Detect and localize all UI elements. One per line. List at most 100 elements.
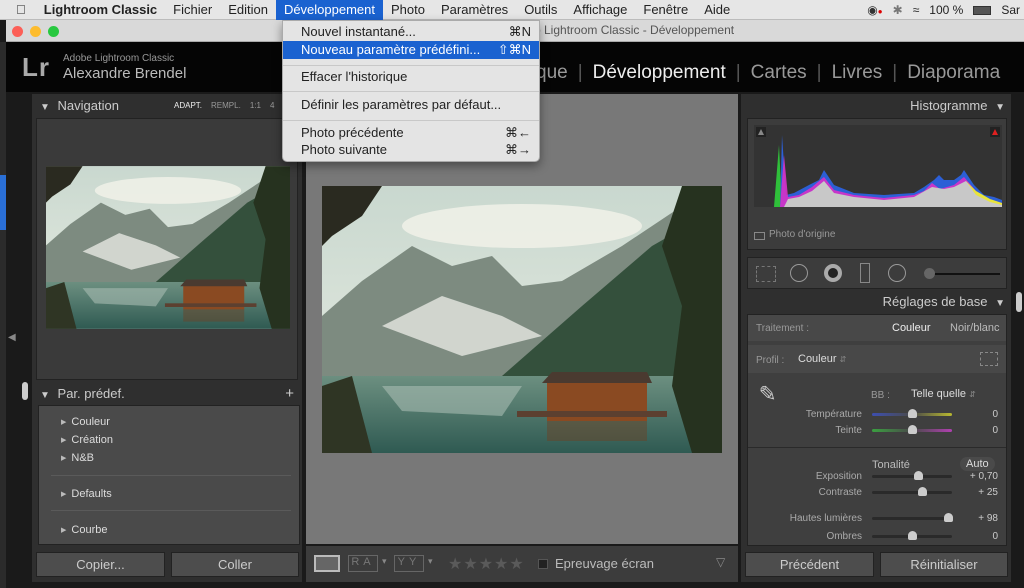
battery-icon[interactable] [973,5,992,15]
left-panel-toggle-icon[interactable]: ◀ [8,332,16,343]
auto-tone-button[interactable]: Auto [960,457,995,471]
red-eye-icon[interactable] [824,264,842,282]
module-livres[interactable]: Livres [832,62,883,84]
menu-item-clear-history[interactable]: Effacer l'historique [283,68,539,86]
slider-value[interactable]: 0 [958,531,998,542]
bluetooth-icon[interactable]: ✱ [893,3,903,17]
slider-track[interactable] [872,471,952,480]
menu-photo[interactable]: Photo [383,0,433,20]
spot-removal-icon[interactable] [790,264,808,282]
shortcut: ⌘N [508,24,531,39]
slider-value[interactable]: + 25 [958,487,998,498]
menu-lightroom[interactable]: Lightroom Classic [36,0,165,20]
basic-header[interactable]: Réglages de base ▼ [883,293,1005,311]
add-preset-button[interactable]: + [285,385,294,403]
copy-button[interactable]: Copier... [36,552,165,577]
menu-parametres[interactable]: Paramètres [433,0,516,20]
presets-header[interactable]: ▼ Par. prédef. + [40,385,300,403]
slider-thumb[interactable] [908,409,917,418]
developpement-menu: Nouvel instantané... ⌘N Nouveau paramètre… [282,20,540,162]
slider-track[interactable] [872,409,952,418]
loupe-view-button[interactable] [314,555,340,572]
menu-fenetre[interactable]: Fenêtre [635,0,696,20]
apple-icon[interactable]:  [0,0,36,20]
zoom-4[interactable]: 4 [270,97,274,115]
menu-edition[interactable]: Edition [220,0,276,20]
zoom-fill[interactable]: REMPL. [211,97,241,115]
soft-proof-checkbox[interactable] [538,559,548,569]
white-balance-eyedropper-icon[interactable]: ✏ [752,378,783,409]
before-after-ra-button[interactable]: RA [348,555,378,572]
slider-thumb[interactable] [908,425,917,434]
zoom-1-1[interactable]: 1:1 [250,97,261,115]
main-photo[interactable] [322,186,722,453]
graduated-filter-icon[interactable] [860,263,870,283]
toolbar-menu-icon[interactable]: ▽ [716,555,725,569]
navigation-title: Navigation [57,98,119,113]
slider-thumb[interactable] [944,513,953,522]
slider-value[interactable]: 0 [958,409,998,420]
close-button[interactable] [12,26,23,37]
profile-select[interactable]: Couleur ⇵ [798,353,846,365]
menu-developpement[interactable]: Développement [275,0,383,20]
navigation-header[interactable]: ▼ Navigation ADAPT. REMPL. 1:1 4 [40,97,300,115]
slider-thumb[interactable] [917,487,927,496]
wb-value: Telle quelle [911,388,967,400]
zoom-fit[interactable]: ADAPT. [174,97,202,115]
preset-folder-defaults[interactable]: Defaults [61,488,111,500]
reset-button[interactable]: Réinitialiser [880,552,1008,577]
slider-track[interactable] [872,513,953,522]
menu-item-previous-photo[interactable]: Photo précédente ⌘← [283,124,539,142]
histogram-header[interactable]: Histogramme ▼ [910,97,1005,115]
navigator-preview[interactable] [46,165,290,330]
slider-value[interactable]: + 0,70 [958,471,998,482]
treatment-bw-button[interactable]: Noir/blanc [950,322,1000,334]
module-cartes[interactable]: Cartes [751,62,807,84]
left-scrollbar[interactable] [22,382,28,400]
menu-aide[interactable]: Aide [696,0,738,20]
slider-track[interactable] [872,487,952,496]
minimize-button[interactable] [30,26,41,37]
preset-folder-nb[interactable]: N&B [61,452,94,464]
before-after-dropdown-icon[interactable]: ▾ [382,556,387,567]
preset-folder-couleur[interactable]: Couleur [61,416,110,428]
menu-item-new-snapshot[interactable]: Nouvel instantané... ⌘N [283,23,539,41]
crop-tool-icon[interactable] [756,266,776,282]
menu-separator [283,120,539,121]
module-developpement[interactable]: Développement [593,62,726,84]
adjustment-brush-icon[interactable] [924,268,935,279]
preset-folder-courbe[interactable]: Courbe [61,524,107,536]
previous-button[interactable]: Précédent [745,552,874,577]
yy-dropdown-icon[interactable]: ▾ [428,556,433,567]
rating-stars[interactable]: ★★★★★ [448,554,525,574]
slider-value[interactable]: 0 [958,425,998,436]
menu-outils[interactable]: Outils [516,0,565,20]
module-diaporama[interactable]: Diaporama [907,62,1000,84]
before-after-yy-button[interactable]: YY [394,555,424,572]
menu-fichier[interactable]: Fichier [165,0,220,20]
profile-browser-icon[interactable] [980,352,998,366]
preset-folder-creation[interactable]: Création [61,434,113,446]
wb-select[interactable]: Telle quelle ⇵ [911,388,976,400]
paste-button[interactable]: Coller [171,552,299,577]
slider-thumb[interactable] [913,471,923,480]
radial-filter-icon[interactable] [888,264,906,282]
wifi-icon[interactable]: ≈ [913,3,920,17]
slider-track[interactable] [872,531,952,540]
user-menu[interactable]: Sar [1001,3,1020,17]
menu-item-set-default[interactable]: Définir les paramètres par défaut... [283,96,539,114]
menu-affichage[interactable]: Affichage [565,0,635,20]
brush-size-slider[interactable] [924,273,1000,275]
original-photo-checkbox[interactable] [754,232,765,240]
slider-track[interactable] [872,425,952,434]
creative-cloud-icon[interactable]: ◉● [867,3,882,17]
menu-item-next-photo[interactable]: Photo suivante ⌘→ [283,141,539,159]
histogram-chart[interactable] [754,125,1002,207]
treatment-color-button[interactable]: Couleur [892,322,931,334]
slider-thumb[interactable] [908,531,917,540]
maximize-button[interactable] [48,26,59,37]
module-bibliotheque[interactable]: que [536,62,568,84]
slider-value[interactable]: + 98 [958,513,998,524]
right-scrollbar[interactable] [1016,292,1022,312]
menu-item-new-preset[interactable]: Nouveau paramètre prédéfini... ⇧⌘N [283,41,539,59]
